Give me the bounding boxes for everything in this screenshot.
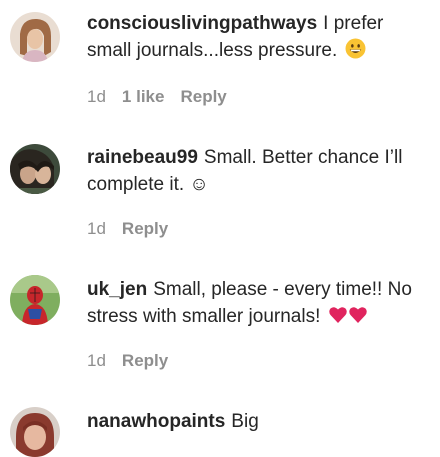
grinning-face-icon [345,38,366,67]
avatar[interactable] [10,12,60,62]
comment-username[interactable]: rainebeau99 [87,147,198,168]
comment-likes[interactable]: 1 like [122,87,165,106]
comment-username[interactable]: uk_jen [87,279,147,300]
comment-meta: 1d Reply [87,219,184,239]
comment-time: 1d [87,87,106,106]
comment-body: rainebeau99 Small. Better chance I’ll com… [87,144,432,198]
reply-button[interactable]: Reply [122,351,168,370]
comment-time: 1d [87,219,106,238]
avatar[interactable] [10,144,60,194]
two-red-hearts-icon [328,305,368,333]
comment-body: consciouslivingpathways I prefer small jo… [87,10,432,67]
comment-body: nanawhopaints Big [87,408,432,435]
avatar[interactable] [10,275,60,325]
avatar[interactable] [10,407,60,457]
comment-meta: 1d Reply [87,351,184,371]
reply-button[interactable]: Reply [122,219,168,238]
comment-username[interactable]: nanawhopaints [87,411,225,432]
comment-text: Big [231,411,259,432]
reply-button[interactable]: Reply [180,87,226,106]
comment-meta: 1d 1 like Reply [87,87,243,107]
comment-username[interactable]: consciouslivingpathways [87,13,317,34]
comment-body: uk_jen Small, please - every time!! No st… [87,276,432,333]
comment-time: 1d [87,351,106,370]
